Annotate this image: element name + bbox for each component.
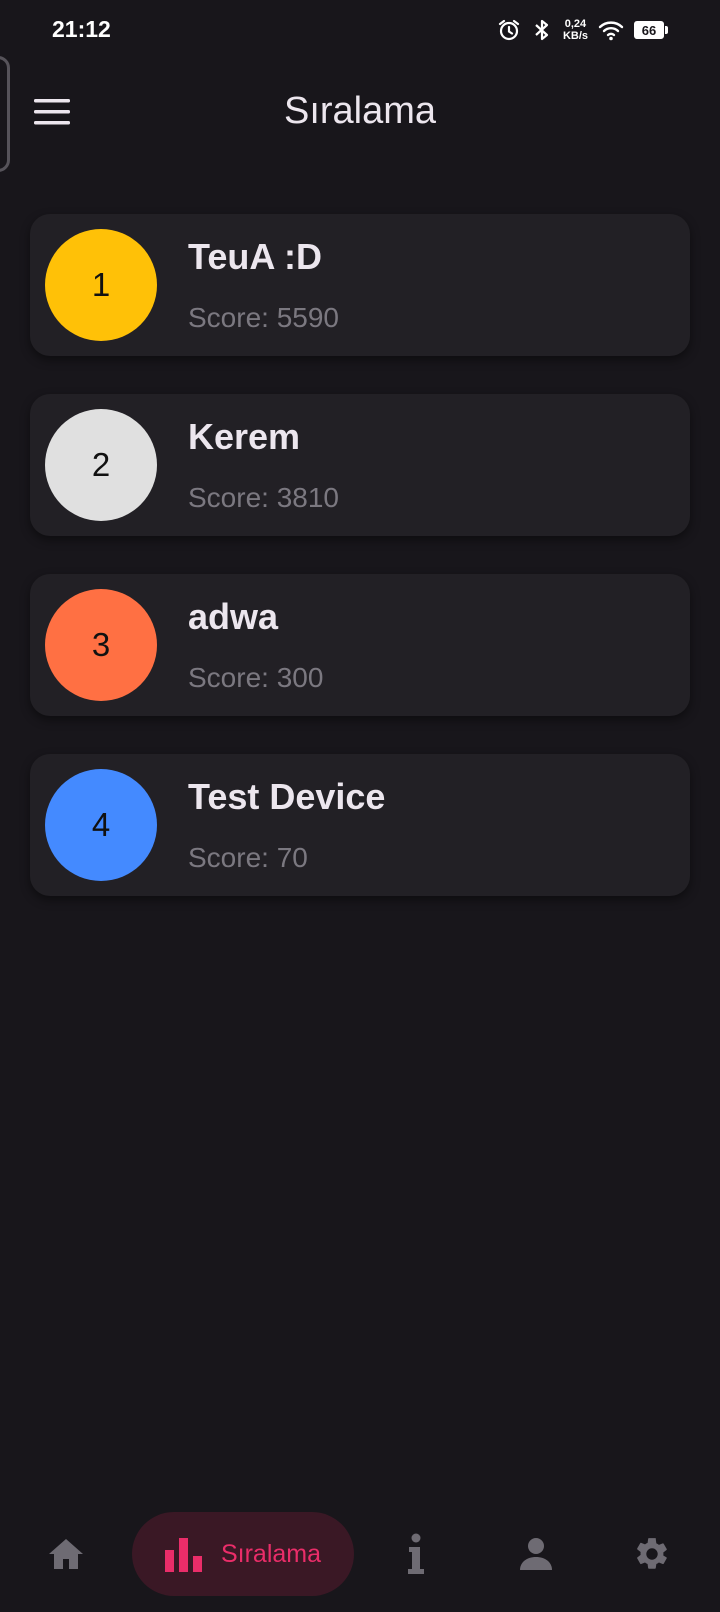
player-score: Score: 70	[188, 842, 308, 873]
bottom-navigation: Sıralama	[0, 1512, 720, 1612]
home-icon	[47, 1537, 85, 1571]
bluetooth-icon	[531, 18, 553, 42]
battery-icon: 66	[634, 21, 668, 39]
page-title: Sıralama	[283, 90, 437, 132]
player-score: Score: 3810	[188, 482, 339, 513]
net-speed-value: 0,24	[564, 18, 587, 30]
ranking-card[interactable]: 1 TeuA :D Score: 5590	[30, 214, 690, 356]
player-name: Kerem	[188, 416, 301, 457]
net-speed-unit: KB/s	[562, 30, 588, 42]
bar-chart-icon	[164, 1536, 203, 1572]
ranking-card[interactable]: 3 adwa Score: 300	[30, 574, 690, 716]
player-name: adwa	[188, 596, 279, 637]
rank-badge: 1	[45, 229, 157, 341]
nav-ranking[interactable]: Sıralama	[132, 1512, 354, 1596]
rank-badge: 3	[45, 589, 157, 701]
gear-icon	[633, 1535, 671, 1573]
rank-badge: 2	[45, 409, 157, 521]
player-name: Test Device	[188, 776, 386, 817]
battery-level: 66	[634, 21, 664, 39]
ranking-list: 1 TeuA :D Score: 5590 2 Kerem Score: 381…	[30, 214, 690, 934]
status-bar: 21:12 0,24 KB/s 66	[0, 0, 720, 60]
player-score: Score: 300	[188, 662, 324, 693]
leaderboard-screen: 21:12 0,24 KB/s 66 Sıralama 1 TeuA:D Sc…	[0, 0, 720, 1612]
ranking-card[interactable]: 2 Kerem Score: 3810	[30, 394, 690, 536]
ranking-card[interactable]: 4 Test Device Score: 70	[30, 754, 690, 896]
nav-settings[interactable]	[616, 1512, 688, 1596]
rank-badge: 4	[45, 769, 157, 881]
wifi-icon	[598, 19, 624, 41]
app-bar: Sıralama	[0, 68, 720, 158]
info-icon	[405, 1533, 427, 1575]
network-speed: 0,24 KB/s	[563, 18, 588, 42]
nav-ranking-label: Sıralama	[220, 1539, 322, 1568]
status-icons: 0,24 KB/s 66	[497, 16, 668, 44]
player-score: Score: 5590	[188, 302, 339, 333]
player-name: TeuA :D	[188, 236, 322, 277]
status-time: 21:12	[52, 16, 111, 42]
person-icon	[519, 1537, 553, 1571]
nav-home[interactable]	[30, 1512, 102, 1596]
nav-profile[interactable]	[500, 1512, 572, 1596]
nav-info[interactable]	[380, 1512, 452, 1596]
alarm-icon	[497, 18, 521, 42]
